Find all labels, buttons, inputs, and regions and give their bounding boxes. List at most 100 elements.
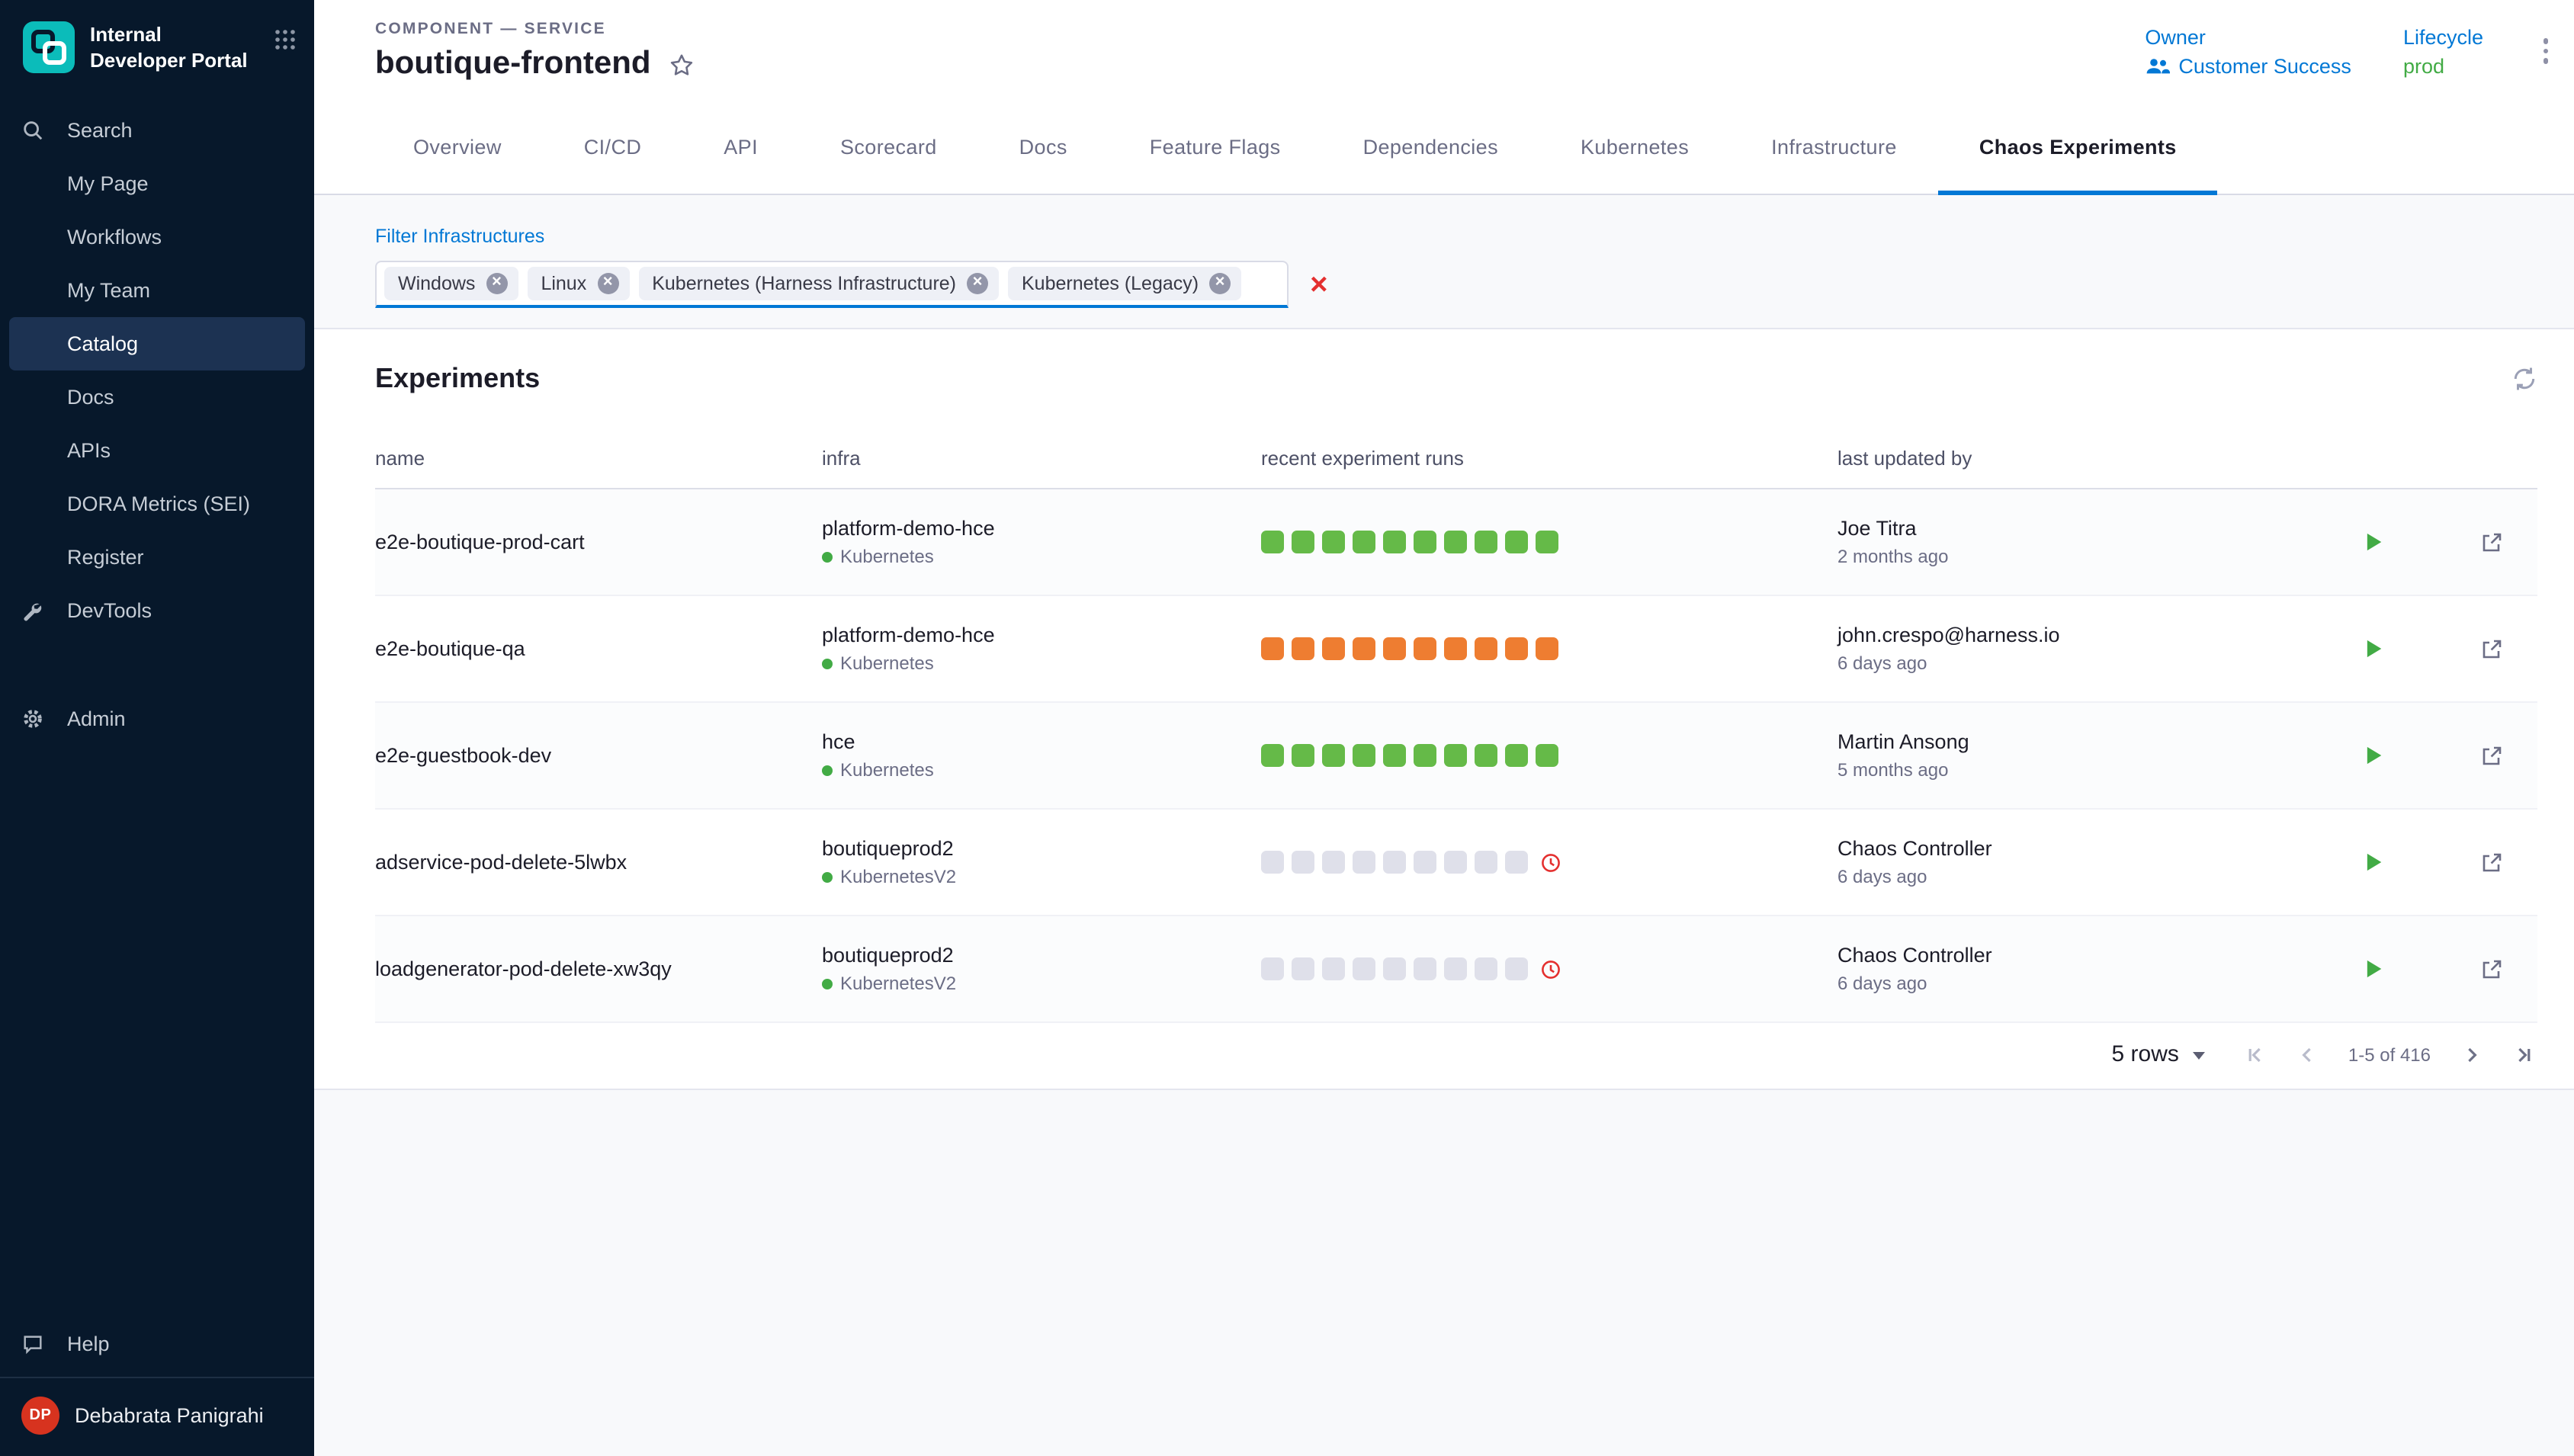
stopped-run-icon — [1540, 958, 1561, 980]
tab-infrastructure[interactable]: Infrastructure — [1730, 99, 1938, 194]
run-experiment-button[interactable] — [2362, 637, 2385, 660]
app-title: Internal Developer Portal — [90, 20, 261, 75]
run-status-square — [1322, 531, 1345, 553]
header-left: COMPONENT — SERVICE boutique-frontend — [375, 20, 695, 99]
sidebar-item-admin[interactable]: Admin — [9, 692, 305, 746]
tab-overview[interactable]: Overview — [372, 99, 543, 194]
sidebar-item-devtools[interactable]: DevTools — [9, 584, 305, 637]
run-experiment-button[interactable] — [2362, 531, 2385, 553]
open-in-new-icon[interactable] — [2479, 530, 2504, 554]
sidebar-nav: SearchMy PageWorkflowsMy TeamCatalogDocs… — [0, 104, 314, 584]
column-header-updated-by: last updated by — [1837, 447, 2362, 470]
tab-chaos-experiments[interactable]: Chaos Experiments — [1938, 99, 2218, 194]
table-row[interactable]: loadgenerator-pod-delete-xw3qyboutiquepr… — [375, 916, 2537, 1023]
kebab-menu-icon[interactable] — [2535, 38, 2556, 63]
apps-grid-icon[interactable] — [274, 20, 296, 50]
run-status-square — [1536, 531, 1558, 553]
experiment-actions — [2362, 743, 2537, 768]
people-icon — [2145, 58, 2169, 75]
open-in-new-icon[interactable] — [2479, 743, 2504, 768]
column-header-runs: recent experiment runs — [1261, 447, 1837, 470]
sidebar-item-workflows[interactable]: Workflows — [9, 210, 305, 264]
prev-page-button[interactable] — [2296, 1044, 2318, 1065]
table-row[interactable]: e2e-boutique-qaplatform-demo-hceKubernet… — [375, 596, 2537, 703]
tab-scorecard[interactable]: Scorecard — [799, 99, 978, 194]
tab-feature-flags[interactable]: Feature Flags — [1109, 99, 1322, 194]
sidebar-item-apis[interactable]: APIs — [9, 424, 305, 477]
run-status-square — [1353, 744, 1375, 767]
sidebar-item-search[interactable]: Search — [9, 104, 305, 157]
experiment-updated-by: john.crespo@harness.io6 days ago — [1837, 624, 2362, 674]
run-status-square — [1261, 637, 1284, 660]
experiment-infra: boutiqueprod2KubernetesV2 — [822, 944, 1261, 994]
run-status-square — [1383, 531, 1406, 553]
run-status-square — [1383, 744, 1406, 767]
run-status-square — [1261, 744, 1284, 767]
run-status-square — [1444, 637, 1467, 660]
filter-section: Filter Infrastructures Windows×Linux×Kub… — [314, 195, 2574, 328]
run-status-square — [1505, 531, 1528, 553]
filter-infrastructures-link[interactable]: Filter Infrastructures — [375, 226, 544, 247]
first-page-button[interactable] — [2245, 1044, 2266, 1065]
run-status-square — [1322, 744, 1345, 767]
user-name: Debabrata Panigrahi — [75, 1404, 264, 1427]
experiment-runs — [1261, 744, 1837, 767]
experiment-actions — [2362, 637, 2537, 661]
sidebar-item-register[interactable]: Register — [9, 531, 305, 584]
experiment-runs — [1261, 531, 1837, 553]
rows-per-page-select[interactable]: 5 rows — [2112, 1041, 2205, 1067]
run-status-square — [1536, 744, 1558, 767]
tab-docs[interactable]: Docs — [978, 99, 1109, 194]
run-status-square — [1292, 744, 1314, 767]
table-row[interactable]: e2e-guestbook-devhceKubernetesMartin Ans… — [375, 703, 2537, 810]
open-in-new-icon[interactable] — [2479, 637, 2504, 661]
page-header: COMPONENT — SERVICE boutique-frontend Ow… — [314, 0, 2574, 99]
run-experiment-button[interactable] — [2362, 851, 2385, 874]
sidebar-item-my-page[interactable]: My Page — [9, 157, 305, 210]
clear-filter-icon[interactable]: × — [1310, 269, 1327, 300]
page-title: boutique-frontend — [375, 46, 651, 82]
run-status-square — [1353, 851, 1375, 874]
open-in-new-icon[interactable] — [2479, 850, 2504, 874]
experiment-runs — [1261, 851, 1837, 874]
run-status-square — [1414, 744, 1436, 767]
tab-kubernetes[interactable]: Kubernetes — [1539, 99, 1730, 194]
remove-chip-icon[interactable]: × — [1209, 273, 1231, 294]
run-status-square — [1292, 531, 1314, 553]
tab-ci-cd[interactable]: CI/CD — [543, 99, 683, 194]
tab-dependencies[interactable]: Dependencies — [1322, 99, 1539, 194]
run-status-square — [1292, 957, 1314, 980]
run-status-square — [1353, 531, 1375, 553]
run-experiment-button[interactable] — [2362, 744, 2385, 767]
open-in-new-icon[interactable] — [2479, 957, 2504, 981]
tab-api[interactable]: API — [682, 99, 799, 194]
remove-chip-icon[interactable]: × — [486, 273, 507, 294]
infrastructure-filter-input[interactable]: Windows×Linux×Kubernetes (Harness Infras… — [375, 261, 1289, 308]
sidebar-item-docs[interactable]: Docs — [9, 370, 305, 424]
user-profile[interactable]: DP Debabrata Panigrahi — [0, 1387, 314, 1444]
table-row[interactable]: adservice-pod-delete-5lwbxboutiqueprod2K… — [375, 810, 2537, 916]
experiment-infra: hceKubernetes — [822, 730, 1261, 781]
chevron-down-icon — [2193, 1052, 2205, 1060]
table-row[interactable]: e2e-boutique-prod-cartplatform-demo-hceK… — [375, 489, 2537, 596]
wrench-icon — [21, 600, 67, 621]
favorite-star-icon[interactable] — [668, 52, 695, 79]
status-dot — [822, 978, 833, 989]
help-button[interactable]: Help — [9, 1317, 305, 1371]
run-status-square — [1475, 957, 1497, 980]
sidebar-item-catalog[interactable]: Catalog — [9, 317, 305, 370]
last-page-button[interactable] — [2513, 1044, 2534, 1065]
remove-chip-icon[interactable]: × — [597, 273, 618, 294]
run-experiment-button[interactable] — [2362, 957, 2385, 980]
run-status-square — [1444, 957, 1467, 980]
refresh-icon[interactable] — [2511, 366, 2537, 392]
sidebar-item-dora-metrics-sei[interactable]: DORA Metrics (SEI) — [9, 477, 305, 531]
sidebar-item-my-team[interactable]: My Team — [9, 264, 305, 317]
remove-chip-icon[interactable]: × — [967, 273, 988, 294]
status-dot — [822, 658, 833, 669]
next-page-button[interactable] — [2461, 1044, 2483, 1065]
help-chat-icon — [21, 1333, 67, 1355]
filter-chip-kubernetes-harness-infrastructure: Kubernetes (Harness Infrastructure)× — [638, 267, 999, 300]
owner-link[interactable]: Customer Success — [2145, 55, 2351, 78]
avatar: DP — [21, 1397, 59, 1435]
